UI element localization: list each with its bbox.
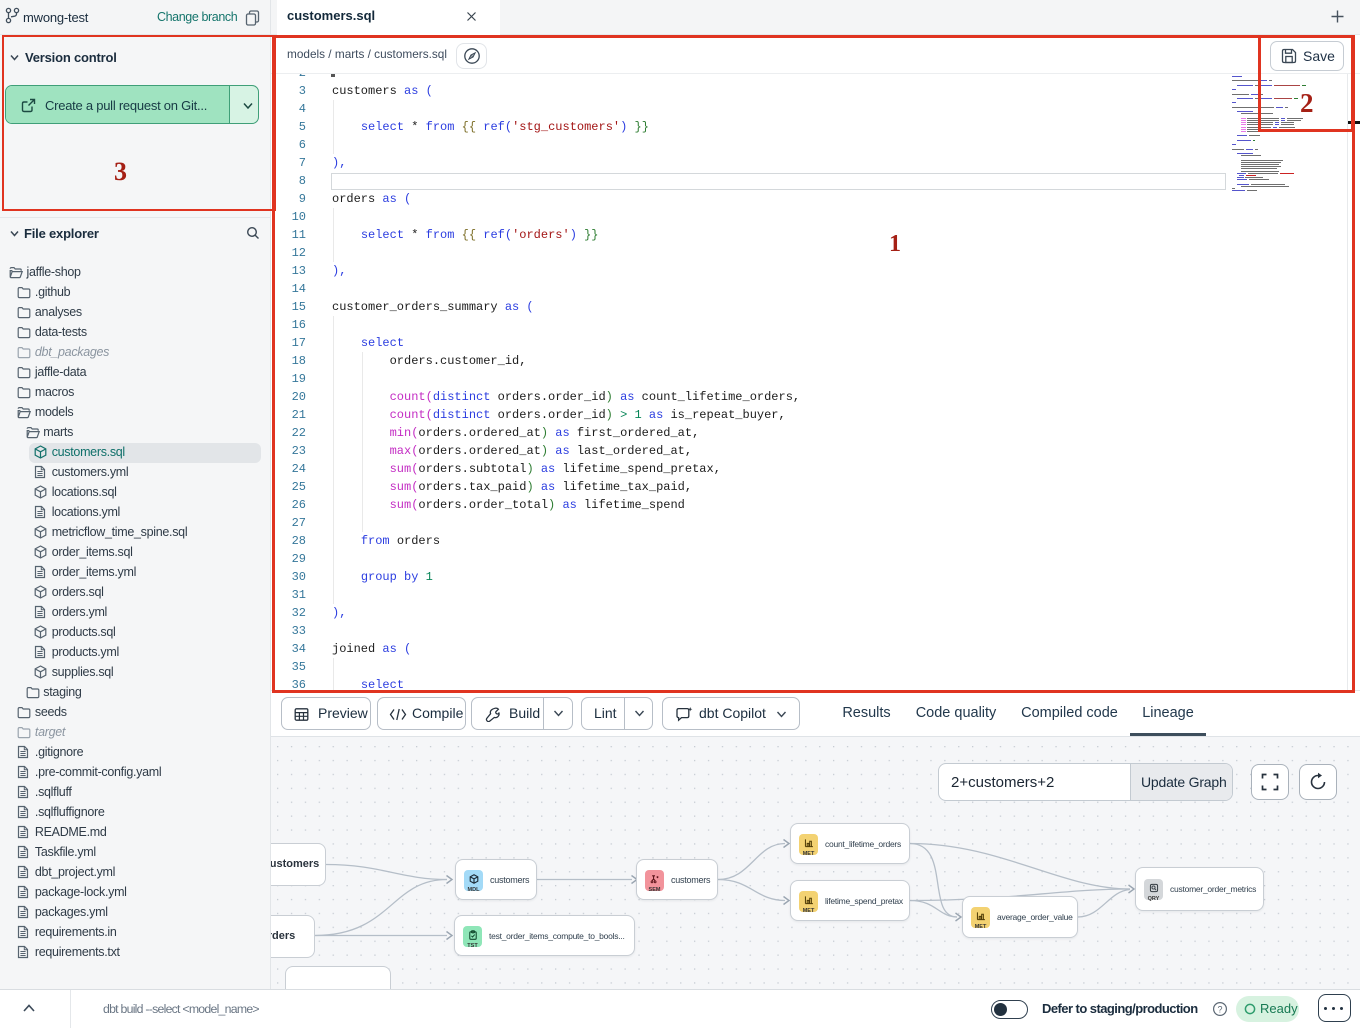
svg-text:?: ?: [1217, 1004, 1222, 1014]
